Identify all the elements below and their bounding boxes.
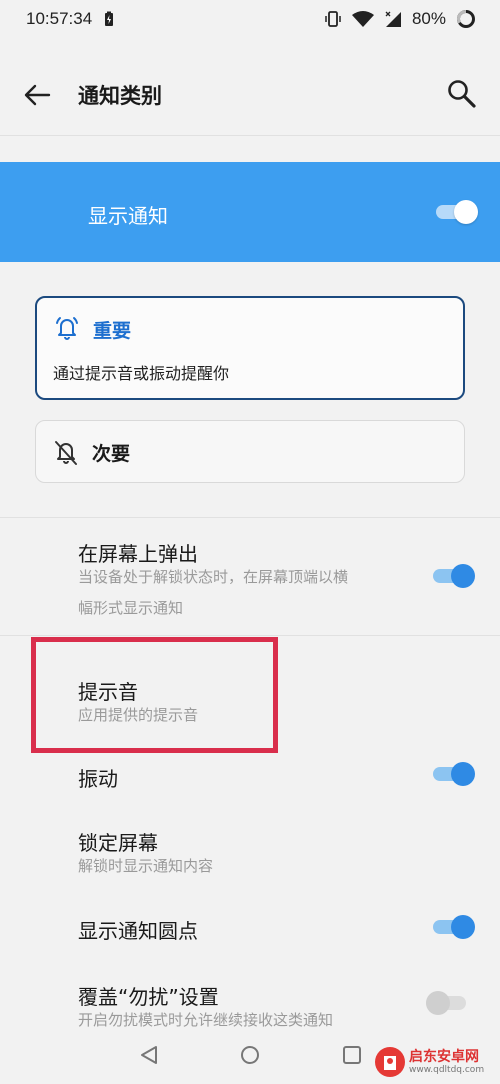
highlight-annotation-box — [31, 637, 278, 753]
search-icon[interactable] — [446, 78, 478, 110]
show-notifications-label: 显示通知 — [88, 204, 168, 228]
app-bar: 通知类别 — [0, 58, 500, 132]
importance-important-name: 重要 — [93, 320, 132, 342]
show-notifications-bar[interactable]: 显示通知 — [0, 162, 500, 262]
watermark-url: www.qdltdq.com — [409, 1064, 485, 1075]
nav-home-icon[interactable] — [239, 1044, 261, 1066]
section-divider — [0, 517, 500, 518]
section-divider-2 — [0, 635, 500, 636]
lockscreen-title: 锁定屏幕 — [78, 831, 158, 855]
watermark-name: 启东安卓网 — [409, 1048, 479, 1065]
battery-charging-icon — [105, 11, 114, 26]
importance-secondary-card[interactable]: 次要 — [35, 420, 465, 483]
popup-toggle[interactable] — [433, 564, 475, 588]
watermark-logo-icon — [375, 1047, 405, 1077]
status-time: 10:57:34 — [26, 9, 93, 28]
dnd-title: 覆盖“勿扰”设置 — [78, 985, 219, 1009]
nav-back-icon[interactable] — [138, 1044, 160, 1066]
vibrate-toggle[interactable] — [433, 762, 475, 786]
dnd-toggle[interactable] — [426, 991, 468, 1015]
popup-title: 在屏幕上弹出 — [78, 542, 198, 566]
dot-title: 显示通知圆点 — [78, 919, 198, 943]
popup-subtitle-line1: 当设备处于解锁状态时，在屏幕顶端以横 — [78, 568, 349, 586]
importance-important-card[interactable]: 重要 通过提示音或振动提醒你 — [35, 296, 465, 400]
bell-off-icon — [55, 441, 77, 465]
importance-important-description: 通过提示音或振动提醒你 — [53, 364, 230, 383]
signal-icon — [385, 11, 401, 27]
bell-ringing-icon — [56, 317, 78, 340]
lockscreen-subtitle: 解锁时显示通知内容 — [78, 857, 214, 875]
header-divider — [0, 135, 500, 136]
site-watermark: 启东安卓网 www.qdltdq.com — [375, 1044, 495, 1080]
battery-ring-icon — [457, 10, 475, 28]
importance-secondary-name: 次要 — [92, 443, 131, 465]
back-arrow-icon[interactable] — [22, 80, 52, 110]
nav-recents-icon[interactable] — [341, 1044, 363, 1066]
vibrate-icon — [325, 11, 341, 27]
wifi-icon — [351, 11, 374, 27]
vibrate-title: 振动 — [78, 767, 118, 791]
dot-toggle[interactable] — [433, 915, 475, 939]
battery-percent: 80% — [411, 9, 446, 28]
show-notifications-toggle[interactable] — [436, 200, 478, 224]
status-bar: 10:57:34 80% — [0, 0, 500, 38]
page-title: 通知类别 — [78, 84, 162, 108]
popup-subtitle-line2: 幅形式显示通知 — [78, 599, 184, 617]
